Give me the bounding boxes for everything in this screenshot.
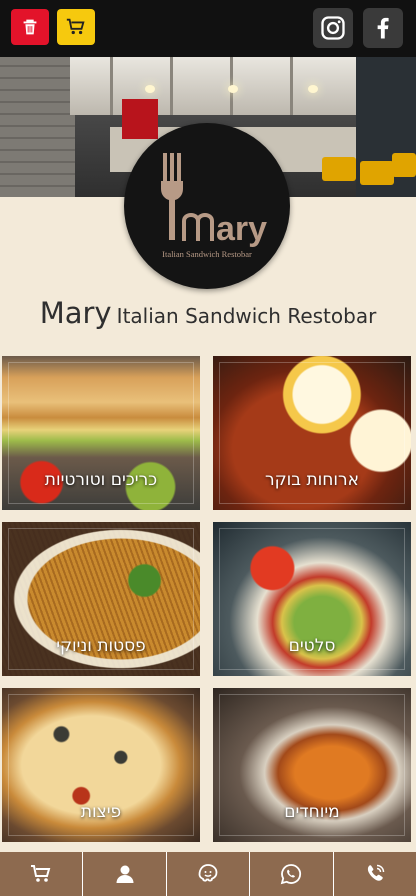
- bottom-nav-whatsapp[interactable]: [250, 852, 334, 896]
- bottom-nav-user[interactable]: [83, 852, 167, 896]
- category-label: סלטים: [288, 636, 336, 656]
- top-bar: [0, 0, 416, 57]
- bottom-nav-cart[interactable]: [0, 852, 84, 896]
- bottom-nav-phone[interactable]: [334, 852, 416, 896]
- instagram-button[interactable]: [313, 8, 353, 48]
- instagram-icon: [321, 16, 345, 40]
- category-label: פיצות: [80, 802, 122, 822]
- category-label: ארוחות בוקר: [264, 470, 360, 490]
- whatsapp-icon: [281, 864, 302, 885]
- cart-icon: [66, 18, 85, 35]
- logo-word: ary: [216, 210, 267, 248]
- brand-name: Mary: [39, 296, 112, 330]
- category-tile-pasta[interactable]: פסטות וניוקי: [2, 522, 200, 676]
- logo-tagline: Italian Sandwich Restobar: [162, 249, 252, 259]
- trash-icon: [23, 19, 37, 35]
- page-title: Mary Italian Sandwich Restobar: [0, 296, 416, 330]
- bottom-nav: [0, 852, 416, 896]
- brand-subtitle: Italian Sandwich Restobar: [116, 304, 377, 328]
- facebook-icon: [377, 17, 389, 39]
- bottom-nav-waze[interactable]: [167, 852, 251, 896]
- category-tile-pizza[interactable]: פיצות: [2, 688, 200, 842]
- category-label: כריכים וטורטיות: [44, 470, 158, 490]
- category-tile-breakfast[interactable]: ארוחות בוקר: [213, 356, 411, 510]
- category-label: פסטות וניוקי: [56, 636, 146, 656]
- cart-button[interactable]: [57, 9, 95, 45]
- facebook-button[interactable]: [363, 8, 403, 48]
- category-tile-salads[interactable]: סלטים: [213, 522, 411, 676]
- category-label: מיוחדים: [284, 802, 340, 822]
- user-icon: [116, 865, 134, 883]
- category-tile-sandwiches[interactable]: כריכים וטורטיות: [2, 356, 200, 510]
- phone-icon: [367, 864, 385, 881]
- category-tile-specials[interactable]: מיוחדים: [213, 688, 411, 842]
- waze-icon: [198, 864, 218, 882]
- cart-icon: [31, 865, 51, 882]
- restaurant-logo: ary Italian Sandwich Restobar: [124, 123, 290, 289]
- trash-button[interactable]: [11, 9, 49, 45]
